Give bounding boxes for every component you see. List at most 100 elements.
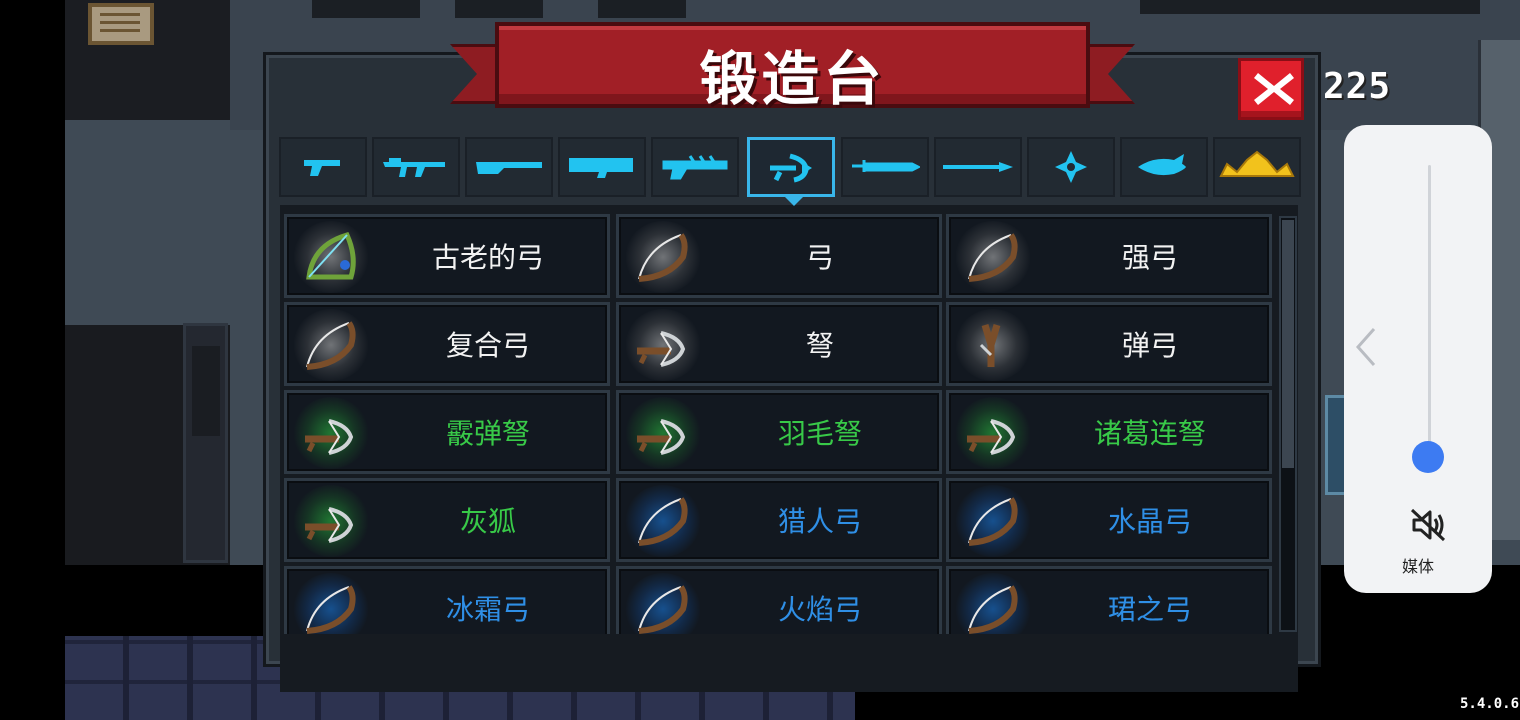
weapon-name: 珺之弓 <box>1107 593 1192 626</box>
tab-shuriken[interactable] <box>1027 137 1115 197</box>
title-banner: 锻造台 <box>450 22 1135 120</box>
tab-sword[interactable] <box>841 137 929 197</box>
close-button[interactable] <box>1238 58 1304 120</box>
mute-toggle[interactable] <box>1408 507 1448 547</box>
coin-count: 225 <box>1323 66 1392 107</box>
weapon-name: 水晶弓 <box>1107 505 1192 538</box>
weapon-icon-wrap <box>955 397 1031 469</box>
weapon-icon-wrap <box>625 397 701 469</box>
wall-block <box>455 0 543 18</box>
tab-spear[interactable] <box>934 137 1022 197</box>
weapon-name: 强弓 <box>1121 241 1178 274</box>
wall-block <box>598 0 686 18</box>
bow-icon <box>299 579 363 634</box>
banner-body: 锻造台 <box>495 22 1090 113</box>
tab-assault-rifle[interactable] <box>372 137 460 197</box>
strong-bow-icon <box>961 227 1025 291</box>
volume-slider-thumb[interactable] <box>1412 441 1444 473</box>
notice-board <box>88 3 154 45</box>
weapon-name: 弩 <box>805 329 834 362</box>
pipe <box>1140 0 1480 14</box>
tab-launcher[interactable] <box>558 137 646 197</box>
weapon-list-scrollbar[interactable] <box>1279 216 1297 632</box>
chevron-left-icon <box>1355 328 1376 366</box>
bow-icon <box>631 227 695 291</box>
weapon-icon-wrap <box>293 485 369 557</box>
crossbow-icon <box>299 403 363 467</box>
version-label: 5.4.0.6 <box>1460 696 1520 712</box>
weapon-cell[interactable]: 古老的弓 <box>284 214 610 298</box>
weapon-icon-wrap <box>625 309 701 381</box>
volume-label: 媒体 <box>1401 557 1434 576</box>
weapon-cell[interactable]: 冰霜弓 <box>284 566 610 634</box>
ancient-bow-icon <box>299 227 363 291</box>
weapon-cell[interactable]: 霰弹弩 <box>284 390 610 474</box>
weapon-name: 诸葛连弩 <box>1093 417 1206 450</box>
active-tab-indicator <box>784 196 804 206</box>
weapon-cell[interactable]: 弓 <box>616 214 942 298</box>
volume-slider[interactable] <box>1428 165 1431 457</box>
bow-icon <box>770 153 812 183</box>
weapon-grid: 古老的弓 弓 强弓复合弓 弩 弹弓霰弹弩 羽毛弩 诸葛连弩灰狐 猎人弓 水晶弓冰霜弓 火焰弓 珺之弓 <box>284 214 1274 634</box>
weapon-name: 弓 <box>805 241 834 274</box>
weapon-icon-wrap <box>625 485 701 557</box>
crown-icon <box>1219 150 1295 177</box>
weapon-name: 灰狐 <box>459 505 516 538</box>
void-left <box>0 0 65 720</box>
weapon-cell[interactable]: 强弓 <box>946 214 1272 298</box>
weapon-cell[interactable]: 羽毛弩 <box>616 390 942 474</box>
wall-block <box>312 0 420 18</box>
weapon-name: 冰霜弓 <box>445 593 530 626</box>
spear-icon <box>943 162 1013 172</box>
crossbow-icon <box>299 491 363 555</box>
tab-crown[interactable] <box>1213 137 1301 197</box>
speaker-muted-icon <box>1410 508 1446 542</box>
fish-icon <box>1138 154 1186 176</box>
weapon-cell[interactable]: 珺之弓 <box>946 566 1272 634</box>
weapon-category-tabs <box>279 137 1309 206</box>
weapon-icon-wrap <box>955 485 1031 557</box>
weapon-cell[interactable]: 弹弓 <box>946 302 1272 386</box>
weapon-name: 复合弓 <box>445 329 530 362</box>
crossbow-icon <box>631 403 695 467</box>
tab-pistol[interactable] <box>279 137 367 197</box>
weapon-icon-wrap <box>293 309 369 381</box>
crossbow-icon <box>631 315 695 379</box>
slingshot-icon <box>961 315 1025 379</box>
weapon-cell[interactable]: 诸葛连弩 <box>946 390 1272 474</box>
bow-icon <box>961 491 1025 555</box>
door <box>183 323 228 563</box>
tab-bow[interactable] <box>747 137 835 206</box>
weapon-cell[interactable]: 灰狐 <box>284 478 610 562</box>
weapon-icon-wrap <box>293 221 369 293</box>
weapon-icon-wrap <box>625 221 701 293</box>
tab-laser[interactable] <box>651 137 739 197</box>
scrollbar-thumb[interactable] <box>1282 220 1294 468</box>
weapon-icon-wrap <box>955 573 1031 634</box>
weapon-name: 火焰弓 <box>777 593 862 626</box>
weapon-cell[interactable]: 水晶弓 <box>946 478 1272 562</box>
weapon-name: 猎人弓 <box>777 505 862 538</box>
tab-shotgun[interactable] <box>465 137 553 197</box>
crossbow-icon <box>961 403 1025 467</box>
bow-icon <box>631 579 695 634</box>
weapon-name: 羽毛弩 <box>777 417 862 450</box>
bow-icon <box>961 579 1025 634</box>
weapon-cell[interactable]: 火焰弓 <box>616 566 942 634</box>
weapon-cell[interactable]: 猎人弓 <box>616 478 942 562</box>
weapon-cell[interactable]: 复合弓 <box>284 302 610 386</box>
weapon-cell[interactable]: 弩 <box>616 302 942 386</box>
pistol-icon <box>304 160 340 176</box>
page-title: 锻造台 <box>699 45 886 113</box>
weapon-icon-wrap <box>625 573 701 634</box>
weapon-name: 弹弓 <box>1121 329 1178 362</box>
weapon-icon-wrap <box>955 309 1031 381</box>
weapon-name: 古老的弓 <box>431 241 544 274</box>
close-icon <box>1254 73 1294 105</box>
weapon-icon-wrap <box>293 573 369 634</box>
collapse-button[interactable] <box>1354 325 1378 373</box>
sword-icon <box>852 160 920 172</box>
laser-gun-icon <box>662 155 728 180</box>
assault-rifle-icon <box>383 158 445 177</box>
tab-fish[interactable] <box>1120 137 1208 197</box>
